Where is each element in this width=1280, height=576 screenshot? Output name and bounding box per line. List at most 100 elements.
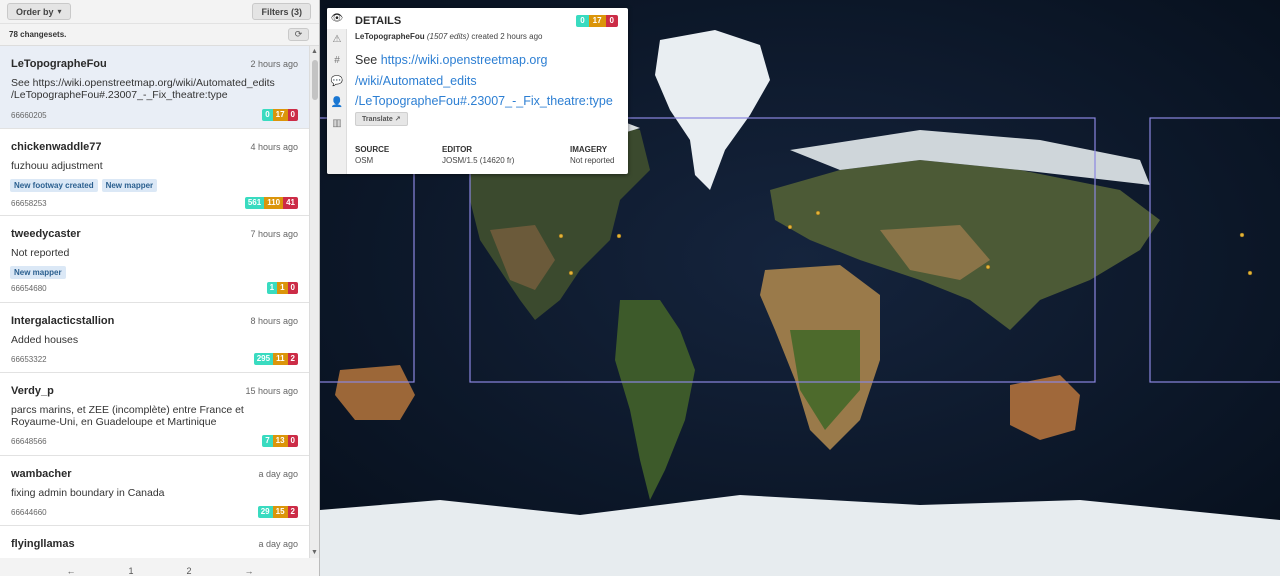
- changeset-id: 66658253: [11, 199, 47, 208]
- changeset-list: LeTopographeFou 2 hours ago See https://…: [0, 46, 309, 558]
- tab-discussion[interactable]: 💬: [327, 71, 347, 92]
- changeset-time: 15 hours ago: [245, 386, 298, 396]
- deleted-count: 41: [283, 197, 298, 209]
- changeset-comment: fuzhouu adjustment: [11, 160, 103, 172]
- added-count: 295: [253, 353, 274, 365]
- added-count: 7: [262, 435, 273, 447]
- changeset-count-bar: 78 changesets. ⟳: [0, 24, 319, 46]
- user-icon: 👤: [330, 97, 344, 108]
- translate-label: Translate: [362, 116, 393, 123]
- changeset-count: 78 changesets.: [9, 30, 67, 39]
- changeset-item[interactable]: wambacher a day ago fixing admin boundar…: [0, 456, 309, 526]
- changeset-user[interactable]: wambacher: [11, 468, 72, 480]
- sidebar-toolbar: Order by ▾ Filters (3): [0, 0, 319, 24]
- page-2-button[interactable]: 2: [186, 566, 191, 576]
- editor-value: JOSM/1.5 (14620 fr): [442, 156, 515, 165]
- deleted-count: 2: [287, 506, 298, 518]
- tab-tags[interactable]: #: [327, 50, 347, 71]
- changeset-user[interactable]: flyingllamas: [11, 538, 75, 550]
- details-edits: (1507 edits): [426, 32, 470, 41]
- pagination: ← 1 2 →: [0, 558, 319, 576]
- changeset-counts: 0 17 0: [262, 109, 298, 121]
- changeset-id: 66653322: [11, 355, 47, 364]
- translate-button[interactable]: Translate ↗: [355, 112, 408, 126]
- details-created: created 2 hours ago: [471, 32, 543, 41]
- changeset-item[interactable]: Intergalacticstallion 8 hours ago Added …: [0, 303, 309, 373]
- comment-prefix: See: [355, 53, 378, 67]
- changeset-user[interactable]: tweedycaster: [11, 228, 81, 240]
- details-meta: SOURCE OSM EDITOR JOSM/1.5 (14620 fr) IM…: [355, 145, 621, 165]
- changeset-time: a day ago: [258, 539, 298, 549]
- modified-count: 1: [277, 282, 288, 294]
- changeset-item[interactable]: LeTopographeFou 2 hours ago See https://…: [0, 46, 309, 129]
- deleted-count: 2: [287, 353, 298, 365]
- filters-button[interactable]: Filters (3): [252, 3, 311, 20]
- changeset-user[interactable]: LeTopographeFou: [11, 58, 107, 70]
- changeset-comment: parcs marins, et ZEE (incomplète) entre …: [11, 404, 244, 428]
- changeset-tags: New footway created New mapper: [10, 179, 158, 192]
- details-tabs: 👁 ⚠ # 💬 👤 ▥: [327, 8, 347, 174]
- added-count: 561: [244, 197, 265, 209]
- prev-page-button[interactable]: ←: [66, 566, 75, 576]
- order-by-button[interactable]: Order by ▾: [7, 3, 71, 20]
- deleted-count: 0: [287, 435, 298, 447]
- scroll-thumb[interactable]: [312, 60, 318, 100]
- details-subtitle: LeTopographeFou (1507 edits) created 2 h…: [355, 32, 543, 41]
- external-link-icon: ↗: [394, 116, 401, 123]
- changeset-user[interactable]: Intergalacticstallion: [11, 315, 114, 327]
- deleted-count: 0: [605, 15, 618, 27]
- changeset-counts: 561 110 41: [244, 197, 298, 209]
- tag-new-mapper: New mapper: [10, 266, 66, 279]
- next-page-button[interactable]: →: [244, 566, 253, 576]
- tab-details[interactable]: 👁: [327, 8, 347, 29]
- details-title: DETAILS: [355, 15, 402, 27]
- changeset-counts: 7 13 0: [262, 435, 298, 447]
- changeset-item[interactable]: flyingllamas a day ago: [0, 526, 309, 558]
- deleted-count: 0: [287, 282, 298, 294]
- tab-user[interactable]: 👤: [327, 92, 347, 113]
- added-count: 29: [257, 506, 273, 518]
- page-1-button[interactable]: 1: [128, 566, 133, 576]
- changeset-id: 66648566: [11, 437, 47, 446]
- changeset-tags: New mapper: [10, 266, 66, 279]
- changeset-comment: fixing admin boundary in Canada: [11, 487, 165, 499]
- tab-flags[interactable]: ⚠: [327, 29, 347, 50]
- refresh-button[interactable]: ⟳: [288, 28, 309, 41]
- tab-map-features[interactable]: ▥: [327, 113, 347, 134]
- added-count: 0: [576, 15, 589, 27]
- changeset-time: a day ago: [258, 469, 298, 479]
- changeset-counts: 29 15 2: [257, 506, 298, 518]
- changeset-item[interactable]: tweedycaster 7 hours ago Not reported Ne…: [0, 216, 309, 303]
- changeset-time: 2 hours ago: [250, 59, 298, 69]
- scroll-down-icon[interactable]: ▼: [311, 549, 318, 556]
- changeset-id: 66654680: [11, 284, 47, 293]
- source-label: SOURCE: [355, 145, 390, 154]
- list-icon: ▥: [332, 118, 342, 129]
- changeset-user[interactable]: Verdy_p: [11, 385, 54, 397]
- changeset-id: 66660205: [11, 111, 47, 120]
- changeset-comment: Not reported: [11, 247, 70, 259]
- comment-link[interactable]: https://wiki.openstreetmap.org: [381, 53, 548, 67]
- comment-link[interactable]: /wiki/Automated_edits: [355, 74, 477, 88]
- changeset-time: 4 hours ago: [250, 142, 298, 152]
- details-user[interactable]: LeTopographeFou: [355, 32, 425, 41]
- changeset-counts: 1 1 0: [266, 282, 298, 294]
- eye-icon: 👁: [330, 13, 344, 24]
- editor-col: EDITOR JOSM/1.5 (14620 fr): [442, 145, 570, 165]
- changeset-user[interactable]: chickenwaddle77: [11, 141, 102, 153]
- changeset-item[interactable]: chickenwaddle77 4 hours ago fuzhouu adju…: [0, 129, 309, 216]
- modified-count: 17: [588, 15, 606, 27]
- list-scrollbar[interactable]: ▲ ▼: [309, 46, 319, 558]
- changeset-id: 66644660: [11, 508, 47, 517]
- added-count: 0: [262, 109, 273, 121]
- changeset-item[interactable]: Verdy_p 15 hours ago parcs marins, et ZE…: [0, 373, 309, 456]
- deleted-count: 0: [287, 109, 298, 121]
- imagery-label: IMAGERY: [570, 145, 608, 154]
- comment-link[interactable]: /LeTopographeFou#.23007_-_Fix_theatre:ty…: [355, 94, 613, 108]
- imagery-col: IMAGERY Not reported: [570, 145, 614, 165]
- imagery-value: Not reported: [570, 156, 615, 165]
- order-by-label: Order by: [16, 6, 54, 17]
- changeset-comment: See https://wiki.openstreetmap.org/wiki/…: [11, 77, 275, 101]
- scroll-up-icon[interactable]: ▲: [311, 48, 318, 55]
- details-comment: See https://wiki.openstreetmap.org /wiki…: [355, 50, 625, 112]
